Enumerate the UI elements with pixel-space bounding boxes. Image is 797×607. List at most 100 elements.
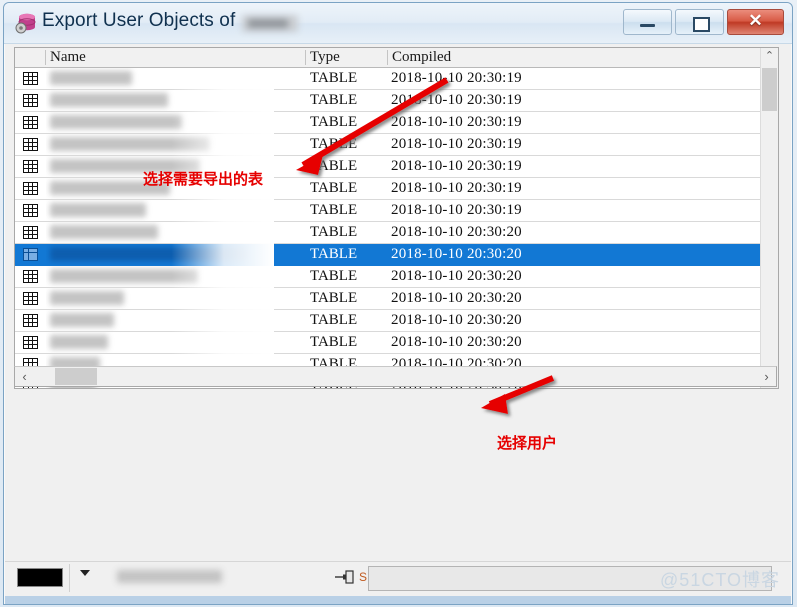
table-row[interactable]: TABLE 2018-10-10 20:30:19 [15,112,778,134]
table-row[interactable]: TABLE 2018-10-10 20:30:19 [15,68,778,90]
maximize-icon [693,17,710,32]
cell-compiled: 2018-10-10 20:30:20 [391,268,522,284]
scroll-left-icon[interactable]: ‹ [15,367,34,386]
table-row[interactable]: TABLE 2018-10-10 20:30:20 [15,222,778,244]
cell-compiled: 2018-10-10 20:30:20 [391,290,522,306]
table-icon [15,90,46,111]
cell-compiled: 2018-10-10 20:30:20 [391,224,522,240]
cell-name [46,222,306,243]
cell-name [46,134,306,155]
grid-rows: TABLE 2018-10-10 20:30:19 TABLE 2018-10-10 … [15,68,778,388]
redacted-username [242,15,298,32]
cell-type: TABLE [310,246,358,262]
cell-name [46,266,306,287]
table-icon [15,244,46,265]
table-row[interactable]: TABLE 2018-10-10 20:30:19 [15,134,778,156]
table-icon [15,332,46,353]
cell-type: TABLE [310,114,358,130]
table-row[interactable]: TABLE 2018-10-10 20:30:19 [15,200,778,222]
status-divider [69,564,70,592]
chevron-down-icon[interactable] [80,570,90,576]
cell-compiled: 2018-10-10 20:30:20 [391,246,522,262]
table-row[interactable]: TABLE 2018-10-10 20:30:20 [15,310,778,332]
title-bar: Export User Objects of ✕ [4,3,792,44]
table-icon [15,134,46,155]
session-name-redacted [117,570,222,583]
object-grid[interactable]: Name Type Compiled TABLE 2018-10-10 20:30… [14,47,779,389]
grid-header: Name Type Compiled [15,48,778,68]
cell-compiled: 2018-10-10 20:30:19 [391,136,522,152]
pin-icon[interactable] [335,569,357,585]
cell-compiled: 2018-10-10 20:30:19 [391,158,522,174]
table-icon [15,288,46,309]
export-user-objects-window: Export User Objects of ✕ Name Type Compi… [3,2,793,605]
cell-type: TABLE [310,158,358,174]
search-prefix-label: S [359,570,368,584]
cell-name [46,90,306,111]
cell-type: TABLE [310,92,358,108]
annotation-select-user: 选择用户 [497,434,558,452]
vertical-scroll-thumb[interactable] [762,68,777,111]
status-indicator-box [17,568,63,587]
minimize-icon [640,24,655,27]
cell-compiled: 2018-10-10 20:30:19 [391,180,522,196]
watermark: @51CTO博客 [660,570,780,590]
column-header-type[interactable]: Type [306,48,388,67]
cell-name [46,200,306,221]
annotation-select-tables: 选择需要导出的表 [143,170,264,188]
table-icon [15,156,46,177]
table-row[interactable]: TABLE 2018-10-10 20:30:20 [15,288,778,310]
cell-compiled: 2018-10-10 20:30:19 [391,202,522,218]
table-row[interactable]: TABLE 2018-10-10 20:30:20 [15,266,778,288]
table-row[interactable]: TABLE 2018-10-10 20:30:20 [15,244,778,266]
table-row[interactable]: TABLE 2018-10-10 20:30:19 [15,156,778,178]
cell-type: TABLE [310,224,358,240]
window-bottom-strip [5,596,791,604]
table-icon [15,310,46,331]
screenshot-root: Export User Objects of ✕ Name Type Compi… [0,0,797,607]
column-header-select[interactable] [15,48,46,67]
horizontal-scroll-thumb[interactable] [55,368,97,385]
cell-type: TABLE [310,312,358,328]
cell-name [46,68,306,89]
cell-name [46,332,306,353]
window-controls: ✕ [623,9,784,35]
cell-type: TABLE [310,202,358,218]
column-header-name[interactable]: Name [46,48,306,67]
column-header-compiled[interactable]: Compiled [388,48,778,67]
cell-compiled: 2018-10-10 20:30:20 [391,334,522,350]
table-icon [15,200,46,221]
cell-name [46,310,306,331]
scroll-right-icon[interactable]: › [757,367,776,386]
cell-compiled: 2018-10-10 20:30:19 [391,114,522,130]
table-row[interactable]: TABLE 2018-10-10 20:30:20 [15,332,778,354]
vertical-scrollbar[interactable]: ⌃ ⌄ [760,48,778,388]
table-icon [15,68,46,89]
cell-compiled: 2018-10-10 20:30:20 [391,312,522,328]
cell-compiled: 2018-10-10 20:30:19 [391,70,522,86]
minimize-button[interactable] [623,9,672,35]
cell-name [46,112,306,133]
table-icon [15,112,46,133]
cell-type: TABLE [310,290,358,306]
table-row[interactable]: TABLE 2018-10-10 20:30:19 [15,178,778,200]
cell-type: TABLE [310,268,358,284]
close-button[interactable]: ✕ [727,9,784,35]
cell-type: TABLE [310,180,358,196]
database-icon [15,13,36,34]
options-panel: User ⌵ Include Privileges Include Storag… [5,392,791,564]
table-icon [15,266,46,287]
horizontal-scrollbar[interactable]: ‹ › [14,366,777,387]
cell-name [46,288,306,309]
cell-type: TABLE [310,70,358,86]
close-icon: ✕ [748,11,763,30]
cell-type: TABLE [310,334,358,350]
table-icon [15,178,46,199]
maximize-button[interactable] [675,9,724,35]
cell-type: TABLE [310,136,358,152]
scroll-up-icon[interactable]: ⌃ [761,48,778,65]
cell-name [46,244,306,265]
window-title: Export User Objects of [42,10,236,31]
table-row[interactable]: TABLE 2018-10-10 20:30:19 [15,90,778,112]
cell-compiled: 2018-10-10 20:30:19 [391,92,522,108]
